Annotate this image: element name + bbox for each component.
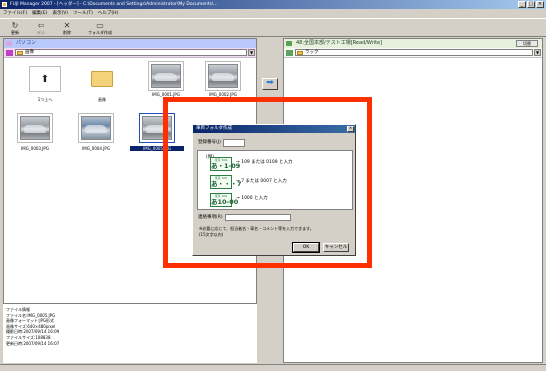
local-path-text: 画像 — [25, 50, 34, 55]
license-plate-example: 東京 500 あ10-00 — [210, 193, 239, 207]
arrow-right-icon: ➡ — [266, 78, 274, 88]
window-titlebar: FUJI Manager 2007 - [ヘッダー] - C:\Document… — [0, 0, 546, 9]
computer-icon — [6, 41, 12, 46]
up-folder-icon[interactable] — [6, 50, 13, 56]
example-description: → 109 または 0109 と入力 — [236, 160, 293, 165]
server-path-combo[interactable]: ラック ▼ — [284, 48, 542, 58]
menu-help[interactable]: ヘルプ(H) — [98, 9, 118, 18]
item-label: 1つ上へ — [37, 97, 53, 102]
list-item[interactable]: IMG_0003.JPG — [8, 113, 62, 151]
local-pane-title-text: パソコン — [16, 40, 37, 46]
back-button[interactable]: ⇦ 戻る — [28, 19, 54, 37]
folder-icon: ▭ — [96, 20, 104, 30]
toolbar: ↻ 更新 ⇦ 戻る ✕ 削除 ▭ フォルダ作成 — [0, 18, 546, 37]
up-arrow-icon: ⬆ — [29, 66, 61, 92]
item-label: IMG_0004.JPG — [82, 146, 110, 151]
menu-file[interactable]: ファイル(F) — [3, 9, 27, 18]
refresh-button[interactable]: ↻ 更新 — [2, 19, 28, 37]
chevron-down-icon[interactable]: ▼ — [534, 49, 541, 56]
window-title: FUJI Manager 2007 - [ヘッダー] - C:\Document… — [10, 2, 218, 7]
local-pane-title: パソコン — [4, 39, 256, 48]
local-path-field[interactable]: 画像 — [15, 49, 247, 56]
folder-icon — [86, 66, 118, 92]
ok-button[interactable]: OK — [292, 242, 320, 253]
server-icon — [286, 41, 292, 46]
example-box: (例) 東京 500 あ・1-09 → 109 または 0109 と入力 東京 … — [197, 150, 353, 210]
refresh-label: 更新 — [11, 29, 19, 35]
refresh-icon: ↻ — [11, 20, 19, 30]
menu-bar: ファイル(F) 編集(E) 表示(V) ツール(T) ヘルプ(H) — [0, 9, 546, 18]
list-item[interactable]: IMG_0002.JPG — [196, 61, 250, 97]
list-item[interactable]: IMG_0001.JPG — [139, 61, 193, 97]
menu-edit[interactable]: 編集(E) — [32, 9, 47, 18]
minimize-button[interactable]: _ — [518, 1, 526, 8]
delete-icon: ✕ — [63, 20, 71, 30]
server-path-field[interactable]: ラック — [295, 49, 533, 56]
example-description: → 7 または 0007 と入力 — [236, 179, 287, 184]
server-path-text: ラック — [305, 50, 319, 55]
list-item[interactable]: 画像 — [75, 66, 129, 103]
menu-view[interactable]: 表示(V) — [52, 9, 68, 18]
close-icon[interactable]: × — [347, 126, 354, 132]
item-label: 画像 — [98, 97, 106, 102]
license-plate-example: 東京 500 あ・・・7 — [210, 175, 242, 189]
plate-number: あ10-00 — [211, 198, 239, 206]
back-icon: ⇦ — [37, 20, 45, 30]
close-button[interactable]: × — [536, 1, 544, 8]
window-controls: _ □ × — [518, 1, 544, 8]
list-item[interactable]: ⬆ 1つ上へ — [18, 66, 72, 103]
server-pane-title: 48:全国本部/テスト工場[Read/Write] 切替 — [284, 39, 542, 48]
note-text: ※必要に応じて、担当者名・車名・コメント等を入力できます。 (15文字以内) — [199, 226, 314, 237]
create-vehicle-folder-dialog: 車両フォルダ作成 × 登録番号(J) (例) 東京 500 あ・1-09 → 1… — [192, 124, 356, 256]
contact-row: 連絡事項(R) — [198, 214, 291, 222]
car-photo-thumbnail — [17, 113, 53, 143]
create-folder-label: フォルダ作成 — [88, 29, 112, 35]
file-info-panel: ファイル情報 ファイル名:IMG_0005.JPG 画像フォーマット:JPG形式… — [3, 303, 257, 363]
transfer-right-button[interactable]: ➡ — [262, 78, 278, 90]
maximize-button[interactable]: □ — [527, 1, 535, 8]
switch-button[interactable]: 切替 — [516, 40, 538, 47]
car-photo-thumbnail — [205, 61, 241, 91]
registration-number-input[interactable] — [222, 139, 245, 147]
list-item[interactable]: IMG_0004.JPG — [69, 113, 123, 151]
server-up-icon[interactable] — [286, 50, 293, 56]
back-label: 戻る — [37, 29, 45, 35]
note-line: (15文字以内) — [199, 231, 224, 237]
cancel-button[interactable]: キャンセル — [323, 243, 349, 252]
menu-tools[interactable]: ツール(T) — [73, 9, 93, 18]
car-photo-thumbnail — [78, 113, 114, 143]
item-label: IMG_0003.JPG — [21, 146, 49, 151]
contact-label: 連絡事項(R) — [198, 215, 223, 220]
delete-button[interactable]: ✕ 削除 — [54, 19, 80, 37]
folder-icon — [297, 51, 303, 55]
info-line: 更新日時:2007/09/14 16:07 — [6, 340, 60, 346]
example-description: → 1000 と入力 — [236, 196, 268, 201]
create-folder-button[interactable]: ▭ フォルダ作成 — [80, 19, 120, 37]
license-plate-example: 東京 500 あ・1-09 — [210, 157, 241, 171]
delete-label: 削除 — [63, 29, 71, 35]
registration-row: 登録番号(J) — [198, 139, 245, 147]
dialog-buttons: OK キャンセル — [292, 242, 349, 253]
status-bar — [0, 364, 546, 371]
plate-number: あ・・・7 — [211, 180, 242, 188]
chevron-down-icon[interactable]: ▼ — [248, 49, 255, 56]
server-pane-title-text: 48:全国本部/テスト工場[Read/Write] — [296, 40, 383, 46]
contact-notes-input[interactable] — [224, 214, 291, 221]
plate-number: あ・1-09 — [211, 162, 241, 170]
local-path-combo[interactable]: 画像 ▼ — [4, 48, 256, 58]
car-photo-thumbnail — [148, 61, 184, 91]
folder-icon — [17, 51, 23, 55]
dialog-title: 車両フォルダ作成 — [196, 126, 232, 131]
registration-label: 登録番号(J) — [198, 140, 221, 145]
note-line: ※必要に応じて、担当者名・車名・コメント等を入力できます。 — [199, 226, 314, 231]
dialog-titlebar: 車両フォルダ作成 × — [193, 125, 355, 133]
app-icon — [2, 2, 7, 7]
